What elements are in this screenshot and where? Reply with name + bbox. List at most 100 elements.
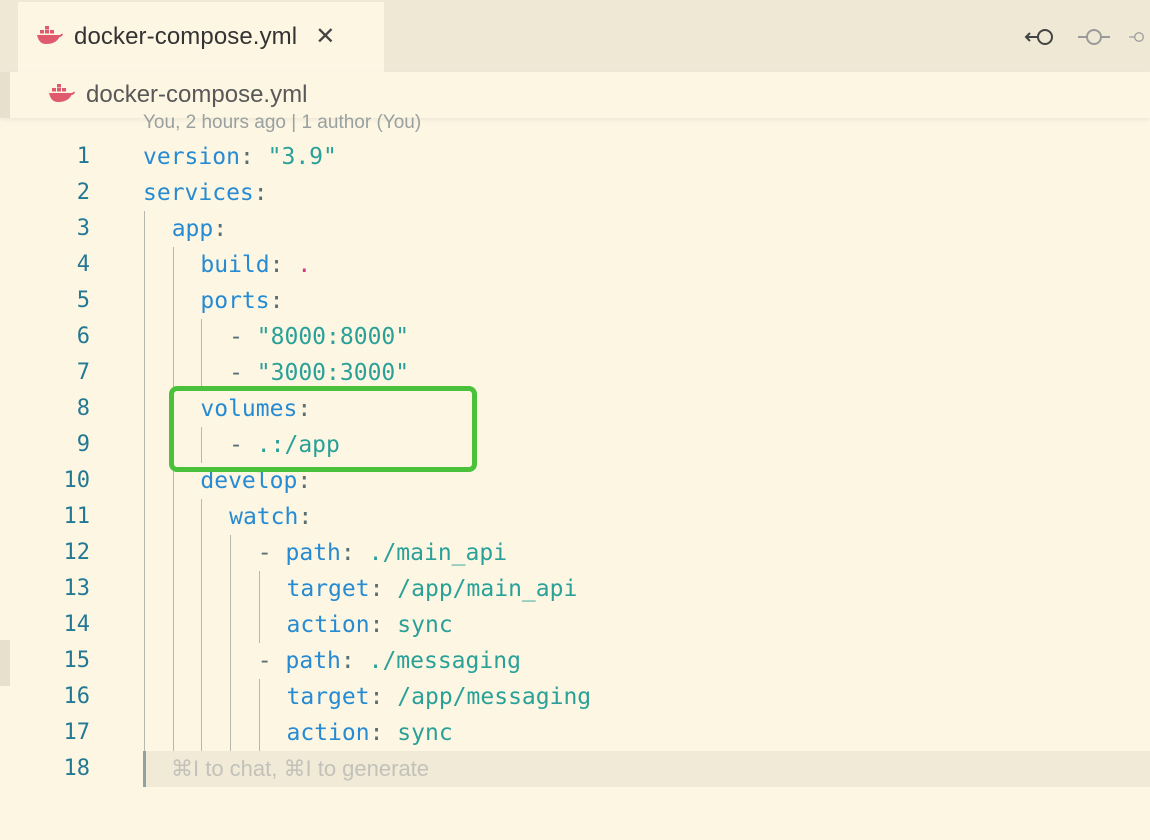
code-token: ./main_api: [368, 540, 508, 566]
code-line[interactable]: 15 - path: ./messaging: [0, 643, 1150, 679]
indent-guide: [258, 571, 260, 607]
indent-guide: [201, 715, 203, 751]
code-token: watch: [229, 504, 299, 530]
indent-guide: [172, 319, 174, 355]
line-number: 15: [63, 648, 91, 673]
indent-guide: [230, 535, 232, 571]
editor-window: docker-compose.yml ✕ docker-compose.yml …: [0, 0, 1150, 840]
code-token: action: [286, 720, 370, 746]
code-text: action: sync: [287, 607, 453, 643]
indent-guide: [172, 643, 174, 679]
code-token: "8000:8000": [256, 324, 410, 350]
go-forward-icon[interactable]: [1076, 22, 1112, 52]
code-line[interactable]: 2 services:: [0, 175, 1150, 211]
indent-guide: [258, 715, 260, 751]
indent-guide: [230, 715, 232, 751]
code-text: action: sync: [287, 715, 453, 751]
tab-label: docker-compose.yml: [74, 23, 298, 50]
code-line[interactable]: 6 - "8000:8000": [0, 319, 1150, 355]
code-token: version: [143, 144, 240, 170]
docker-icon: [48, 83, 76, 108]
code-line[interactable]: 7 - "3000:3000": [0, 355, 1150, 391]
indent-guide: [230, 571, 232, 607]
code-line[interactable]: 3 app:: [0, 211, 1150, 247]
line-number: 17: [63, 720, 91, 745]
tab-bar: docker-compose.yml ✕: [0, 0, 1150, 72]
code-text: - path: ./messaging: [258, 643, 521, 679]
indent-guide: [144, 391, 145, 427]
indent-guide: [201, 607, 203, 643]
highlight-box: [169, 386, 477, 472]
indent-guide: [230, 643, 232, 679]
code-token: /app/messaging: [397, 684, 592, 710]
line-number: 3: [76, 216, 90, 241]
indent-guide: [144, 643, 145, 679]
breadcrumb-file[interactable]: docker-compose.yml: [86, 81, 307, 109]
line-number: 12: [63, 540, 91, 565]
line-number: 16: [63, 684, 91, 709]
code-token: .: [297, 252, 312, 278]
indent-guide: [201, 679, 203, 715]
code-line[interactable]: 12 - path: ./main_api: [0, 535, 1150, 571]
code-line[interactable]: 13 target: /app/main_api: [0, 571, 1150, 607]
indent-guide: [172, 535, 174, 571]
code-token: sync: [397, 612, 453, 638]
line-number: 4: [76, 252, 90, 277]
code-token: :: [369, 720, 398, 746]
code-text: - "8000:8000": [229, 319, 409, 355]
code-text: target: /app/main_api: [287, 571, 578, 607]
indent-guide: [144, 319, 145, 355]
indent-guide: [144, 247, 145, 283]
indent-guide: [201, 643, 203, 679]
line-number: 14: [63, 612, 91, 637]
code-token: -: [229, 360, 257, 386]
code-line[interactable]: 1 version: "3.9": [0, 139, 1150, 175]
code-line[interactable]: 17 action: sync: [0, 715, 1150, 751]
indent-guide: [258, 679, 260, 715]
code-token: path: [285, 648, 341, 674]
indent-guide: [258, 607, 260, 643]
indent-guide: [144, 283, 145, 319]
code-token: -: [257, 648, 286, 674]
commit-icon[interactable]: [1128, 22, 1150, 52]
editor-actions: [1024, 22, 1150, 52]
code-line[interactable]: 4 build: .: [0, 247, 1150, 283]
code-token: :: [369, 612, 398, 638]
indent-guide: [230, 607, 232, 643]
indent-guide: [172, 571, 174, 607]
indent-guide: [172, 679, 174, 715]
line-number: 5: [76, 288, 90, 313]
tab-docker-compose[interactable]: docker-compose.yml ✕: [18, 0, 384, 72]
code-text: app:: [172, 211, 227, 247]
code-token: :: [253, 180, 268, 206]
indent-guide: [144, 715, 145, 751]
indent-guide: [230, 679, 232, 715]
indent-guide: [144, 535, 145, 571]
line-number: 6: [76, 324, 90, 349]
code-line[interactable]: 14 action: sync: [0, 607, 1150, 643]
code-token: :: [239, 144, 268, 170]
code-token: "3.9": [267, 144, 337, 170]
go-back-icon[interactable]: [1024, 22, 1060, 52]
line-number: 7: [76, 360, 90, 385]
indent-guide: [144, 427, 145, 463]
code-token: :: [213, 216, 228, 242]
code-token: :: [269, 252, 298, 278]
line-number: 18: [63, 756, 91, 781]
code-line[interactable]: 11 watch:: [0, 499, 1150, 535]
code-token: :: [369, 684, 398, 710]
code-text: - path: ./main_api: [258, 535, 507, 571]
left-strip: [0, 72, 10, 118]
code-text: target: /app/messaging: [287, 679, 592, 715]
indent-guide: [201, 535, 203, 571]
code-line[interactable]: 18 ⌘I to chat, ⌘I to generate: [0, 751, 1150, 787]
code-line[interactable]: 5 ports:: [0, 283, 1150, 319]
indent-guide: [144, 679, 145, 715]
blame-annotation[interactable]: You, 2 hours ago | 1 author (You): [143, 112, 421, 134]
indent-guide: [172, 499, 174, 535]
close-icon[interactable]: ✕: [315, 25, 335, 49]
line-number: 11: [63, 504, 91, 529]
code-line[interactable]: 16 target: /app/messaging: [0, 679, 1150, 715]
code-text: services:: [143, 175, 268, 211]
indent-guide: [144, 571, 145, 607]
